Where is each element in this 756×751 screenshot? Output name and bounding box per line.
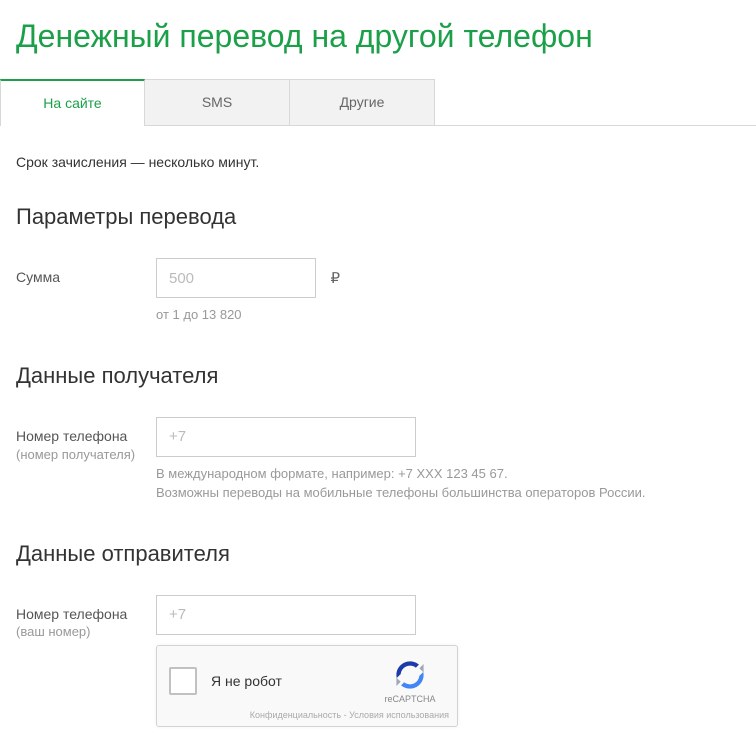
recaptcha-terms-link[interactable]: Условия использования xyxy=(349,710,449,720)
recaptcha-footer: Конфиденциальность - Условия использован… xyxy=(157,710,457,726)
recipient-phone-sublabel: (номер получателя) xyxy=(16,446,156,464)
page-title: Денежный перевод на другой телефон xyxy=(0,0,756,79)
sender-phone-label: Номер телефона xyxy=(16,605,156,624)
processing-time-info: Срок зачисления — несколько минут. xyxy=(16,154,740,170)
recaptcha-widget: Я не робот reCAPTCHA Конфиденциальность … xyxy=(156,645,458,727)
tab-sms[interactable]: SMS xyxy=(145,79,290,125)
recaptcha-logo: reCAPTCHA xyxy=(375,658,445,704)
section-params-heading: Параметры перевода xyxy=(16,204,740,230)
recipient-phone-input[interactable] xyxy=(156,417,416,457)
currency-symbol: ₽ xyxy=(330,269,340,287)
recaptcha-icon xyxy=(393,658,427,692)
sender-phone-input[interactable] xyxy=(156,595,416,635)
amount-label: Сумма xyxy=(16,258,156,287)
recaptcha-privacy-link[interactable]: Конфиденциальность xyxy=(250,710,341,720)
section-sender-heading: Данные отправителя xyxy=(16,541,740,567)
sender-phone-sublabel: (ваш номер) xyxy=(16,623,156,641)
tabs: На сайте SMS Другие xyxy=(0,79,756,126)
recaptcha-brand: reCAPTCHA xyxy=(384,694,435,704)
amount-row: Сумма ₽ от 1 до 13 820 xyxy=(16,258,740,325)
recipient-phone-row: Номер телефона (номер получателя) В межд… xyxy=(16,417,740,503)
recaptcha-checkbox[interactable] xyxy=(169,667,197,695)
sender-phone-row: Номер телефона (ваш номер) Я не робот xyxy=(16,595,740,727)
tab-on-site[interactable]: На сайте xyxy=(0,79,145,126)
amount-input[interactable] xyxy=(156,258,316,298)
amount-hint: от 1 до 13 820 xyxy=(156,306,740,325)
recipient-phone-label: Номер телефона xyxy=(16,427,156,446)
section-recipient-heading: Данные получателя xyxy=(16,363,740,389)
recipient-phone-hint: В международном формате, например: +7 XX… xyxy=(156,465,740,503)
tab-other[interactable]: Другие xyxy=(290,79,435,125)
recaptcha-label: Я не робот xyxy=(211,673,375,689)
